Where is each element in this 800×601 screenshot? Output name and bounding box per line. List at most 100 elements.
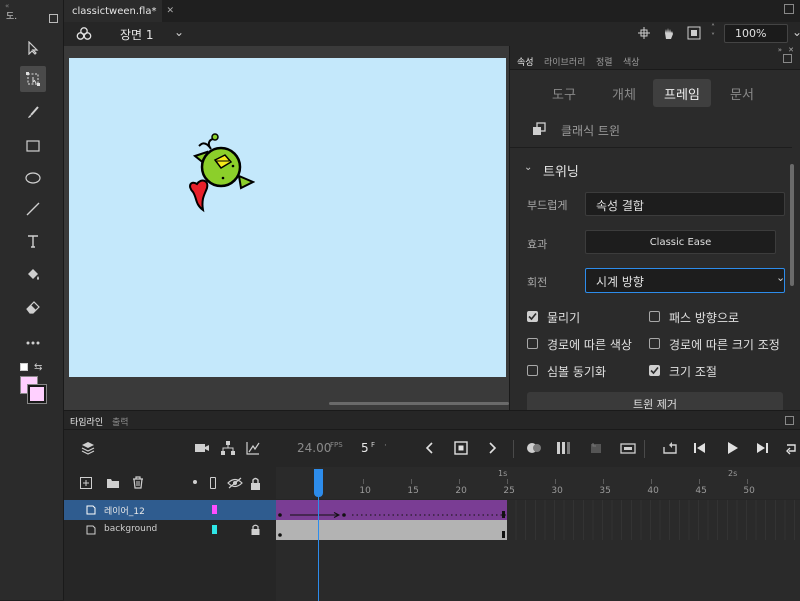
section-chevron-icon[interactable]: ⌄ bbox=[524, 162, 532, 173]
lock-all-icon[interactable] bbox=[250, 477, 261, 490]
tab-align[interactable]: 정렬 bbox=[596, 55, 613, 68]
stage-canvas[interactable] bbox=[69, 58, 506, 377]
graph-icon[interactable] bbox=[245, 440, 261, 456]
insert-classic-tween-icon[interactable] bbox=[620, 440, 636, 456]
line-tool-icon[interactable] bbox=[20, 196, 46, 222]
scene-symbol-icon[interactable] bbox=[76, 26, 92, 42]
ease-field[interactable]: 속성 결합 bbox=[585, 192, 785, 216]
convert-tween-icon[interactable] bbox=[588, 440, 604, 456]
zoom-field[interactable]: 100% bbox=[724, 24, 788, 43]
highlight-layers-icon[interactable] bbox=[193, 480, 197, 484]
new-layer-icon[interactable] bbox=[80, 477, 92, 489]
scale-along-path-label: 경로에 따른 크기 조정 bbox=[669, 338, 780, 352]
layer-row[interactable]: 레이어_12 bbox=[64, 500, 276, 520]
document-tab[interactable]: classictween.fla* ✕ bbox=[64, 0, 174, 22]
tab-tool[interactable]: 도구 bbox=[534, 79, 594, 107]
camera-icon[interactable] bbox=[194, 440, 210, 456]
add-keyframe-icon[interactable] bbox=[453, 440, 469, 456]
tab-properties[interactable]: 속성 bbox=[517, 55, 534, 68]
color-along-path-checkbox[interactable] bbox=[527, 338, 538, 349]
orient-to-path-checkbox[interactable] bbox=[649, 311, 660, 322]
properties-panel: » ✕ 속성 라이브러리 정렬 색상 도구 개체 프레임 문서 클래식 트윈 ⌄… bbox=[509, 46, 800, 410]
background-frames-span[interactable] bbox=[276, 520, 507, 540]
collapse-panel-icon[interactable]: » bbox=[778, 46, 782, 54]
panel-menu-icon[interactable] bbox=[49, 14, 58, 23]
tab-document[interactable]: 문서 bbox=[712, 79, 772, 107]
layers-icon[interactable] bbox=[80, 440, 96, 456]
rotate-stage-hand-icon[interactable] bbox=[661, 25, 677, 41]
oval-tool-icon[interactable] bbox=[20, 165, 46, 191]
layer-name[interactable]: 레이어_12 bbox=[104, 504, 145, 517]
scene-dropdown-chevron-icon[interactable]: ⌄ bbox=[174, 25, 184, 39]
tab-library[interactable]: 라이브러리 bbox=[544, 55, 585, 68]
new-folder-icon[interactable] bbox=[106, 477, 120, 489]
panel-options-icon[interactable] bbox=[783, 54, 792, 63]
layer-name[interactable]: background bbox=[104, 524, 157, 534]
timeline-menu-icon[interactable] bbox=[785, 416, 794, 425]
window-menu-icon[interactable] bbox=[784, 4, 794, 14]
tab-object[interactable]: 개체 bbox=[594, 79, 654, 107]
center-stage-icon[interactable] bbox=[637, 26, 651, 40]
clip-content-icon[interactable] bbox=[687, 26, 701, 40]
paint-bucket-tool-icon[interactable] bbox=[20, 262, 46, 288]
frame-ruler[interactable]: 10 15 20 25 30 35 40 45 50 1s 2s bbox=[276, 467, 800, 499]
remove-tween-button[interactable]: 트윈 제거 bbox=[527, 392, 783, 410]
free-transform-tool-icon[interactable] bbox=[20, 66, 46, 92]
rotate-select-chevron-icon[interactable]: ⌄ bbox=[776, 271, 785, 284]
rotate-select[interactable]: 시계 방향 bbox=[585, 268, 785, 293]
eraser-tool-icon[interactable] bbox=[20, 294, 46, 320]
layer-lock-icon[interactable] bbox=[251, 524, 260, 535]
prev-keyframe-icon[interactable] bbox=[421, 440, 437, 456]
properties-scrollbar[interactable] bbox=[790, 164, 794, 286]
fps-value[interactable]: 24.00 bbox=[297, 441, 331, 455]
close-panel-icon[interactable]: ✕ bbox=[788, 46, 794, 54]
fps-unit: FPS bbox=[330, 441, 343, 449]
scale-along-path-checkbox[interactable] bbox=[649, 338, 660, 349]
next-keyframe-icon[interactable] bbox=[485, 440, 501, 456]
fill-color-swatch[interactable] bbox=[27, 384, 47, 404]
go-to-end-icon[interactable] bbox=[784, 440, 800, 456]
tab-output[interactable]: 출력 bbox=[112, 415, 129, 428]
tab-color[interactable]: 색상 bbox=[623, 55, 640, 68]
text-tool-icon[interactable] bbox=[20, 228, 46, 254]
step-forward-icon[interactable] bbox=[754, 440, 770, 456]
snap-checkbox[interactable] bbox=[527, 311, 538, 322]
classic-tween-span[interactable] bbox=[276, 500, 507, 520]
outline-layers-icon[interactable] bbox=[210, 477, 216, 489]
scale-checkbox[interactable] bbox=[649, 365, 660, 376]
sync-symbols-label: 심볼 동기화 bbox=[547, 365, 607, 379]
frame-separator: · bbox=[384, 441, 387, 451]
zoom-stepper-icon[interactable]: ˄ ˅ bbox=[711, 23, 715, 41]
play-icon[interactable] bbox=[724, 440, 740, 456]
sync-symbols-checkbox[interactable] bbox=[527, 365, 538, 376]
swap-colors-icon[interactable]: ⇆ bbox=[34, 362, 42, 373]
tab-timeline[interactable]: 타임라인 bbox=[70, 415, 103, 428]
brush-tool-icon[interactable] bbox=[20, 100, 46, 126]
onion-skin-icon[interactable] bbox=[526, 440, 542, 456]
selection-tool-icon[interactable] bbox=[20, 35, 46, 61]
scene-label[interactable]: 장면 1 bbox=[120, 26, 154, 43]
delete-layer-icon[interactable] bbox=[132, 476, 144, 489]
zoom-dropdown-chevron-icon[interactable]: ⌄ bbox=[792, 25, 800, 39]
loop-playback-icon[interactable] bbox=[662, 440, 678, 456]
rotate-label: 회전 bbox=[527, 276, 548, 289]
edit-multiple-frames-icon[interactable] bbox=[556, 440, 572, 456]
more-tools-icon[interactable] bbox=[20, 330, 46, 356]
rectangle-tool-icon[interactable] bbox=[20, 133, 46, 159]
classic-ease-button[interactable]: Classic Ease bbox=[585, 230, 776, 254]
empty-frames[interactable] bbox=[506, 500, 800, 540]
parenting-icon[interactable] bbox=[220, 440, 236, 456]
ruler-tick-label: 45 bbox=[695, 486, 707, 496]
default-colors-icon[interactable] bbox=[20, 363, 28, 371]
step-back-icon[interactable] bbox=[692, 440, 708, 456]
close-tab-icon[interactable]: ✕ bbox=[166, 6, 174, 16]
stage-horizontal-scrollbar[interactable] bbox=[329, 402, 509, 405]
character-symbol[interactable] bbox=[185, 130, 255, 215]
layer-color-swatch[interactable] bbox=[212, 505, 217, 514]
layer-color-swatch[interactable] bbox=[212, 525, 217, 534]
visibility-icon[interactable] bbox=[227, 477, 243, 489]
layer-row[interactable]: background bbox=[64, 520, 276, 540]
current-frame-value[interactable]: 5 bbox=[361, 441, 369, 455]
playhead-handle[interactable] bbox=[314, 469, 323, 497]
tab-frame[interactable]: 프레임 bbox=[653, 79, 711, 107]
